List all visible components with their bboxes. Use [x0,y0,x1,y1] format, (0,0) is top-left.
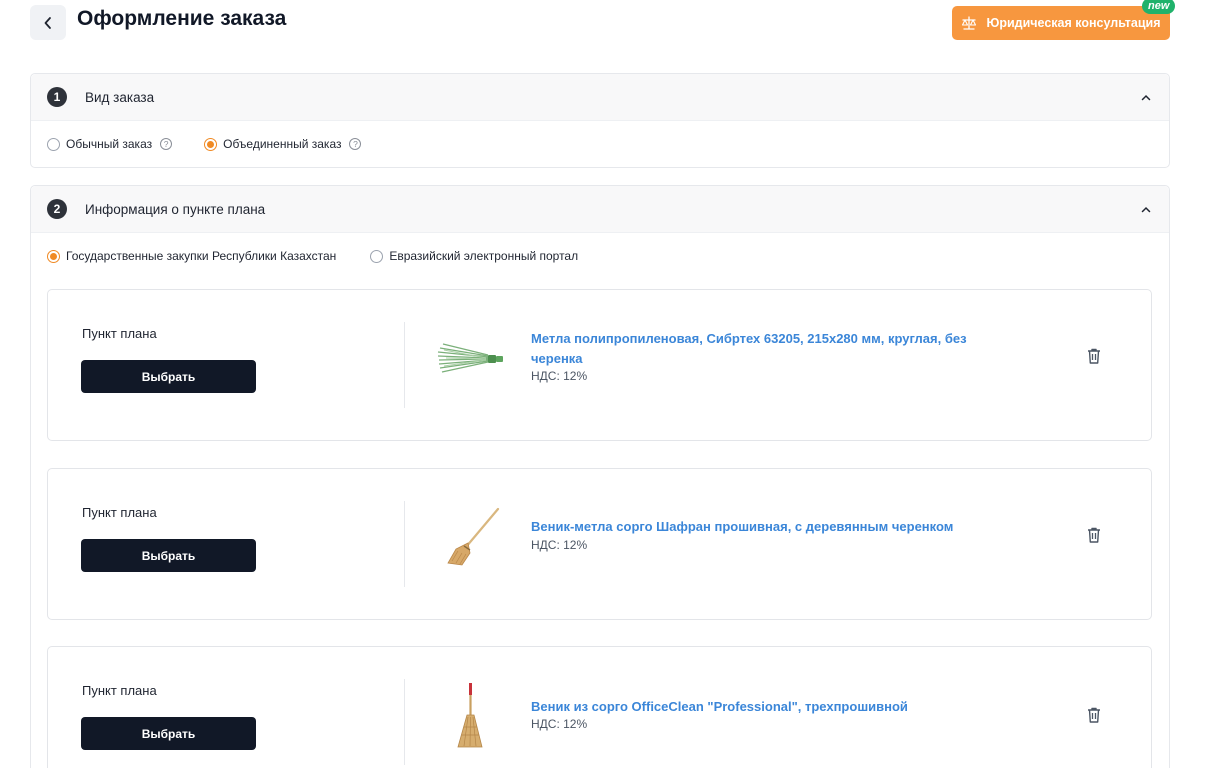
plan-item-card: Пункт плана Выбрать Веник-метла сорго Ша… [47,468,1152,620]
order-type-header[interactable]: 1 Вид заказа [31,74,1169,121]
legal-consultation-label: Юридическая консультация [986,16,1161,30]
procurement-source-options: Государственные закупки Республики Казах… [31,233,1169,279]
choose-plan-item-button[interactable]: Выбрать [81,539,256,572]
product-image-sorghum-broom-handle [447,507,500,566]
product-name-link[interactable]: Веник-метла сорго Шафран прошивная, с де… [531,517,1001,537]
help-icon[interactable]: ? [160,138,173,150]
radio-eurasian-portal-circle[interactable] [370,249,384,263]
radio-eurasian-portal[interactable]: Евразийский электронный портал [370,249,578,263]
plan-item-card: Пункт плана Выбрать Веник из сорго Offic… [47,646,1152,768]
order-type-title: Вид заказа [85,89,155,105]
radio-kz-procurement-label: Государственные закупки Республики Казах… [66,249,337,263]
product-name-link[interactable]: Веник из сорго OfficeClean "Professional… [531,697,1001,717]
card-divider [404,322,405,408]
radio-combined-order-circle[interactable] [204,137,218,151]
chevron-up-icon [1141,206,1151,212]
scales-icon [962,15,977,30]
plan-item-label: Пункт плана [82,505,157,520]
card-divider [404,679,405,765]
page-title: Оформление заказа [77,7,287,30]
plan-item-header[interactable]: 2 Информация о пункте плана [31,186,1169,233]
chevron-up-icon [1141,94,1151,100]
collapse-order-type-button[interactable] [1139,90,1153,104]
card-divider [404,501,405,587]
collapse-plan-item-button[interactable] [1139,202,1153,216]
order-type-section: 1 Вид заказа Обычный заказ ? Объединенны… [30,73,1170,168]
radio-eurasian-portal-label: Евразийский электронный портал [389,249,579,263]
product-image-sorghum-broom-red [457,683,483,748]
order-type-options: Обычный заказ ? Объединенный заказ ? [31,121,1169,167]
step-number-2: 2 [47,199,67,219]
plan-item-label: Пункт плана [82,326,157,341]
help-icon[interactable]: ? [349,138,362,150]
product-image-mop-broom [437,343,503,373]
step-number-1: 1 [47,87,67,107]
choose-plan-item-button[interactable]: Выбрать [81,717,256,750]
trash-icon[interactable] [1086,706,1102,724]
product-vat: НДС: 12% [531,717,588,731]
radio-regular-order[interactable]: Обычный заказ ? [47,137,173,151]
radio-regular-order-circle[interactable] [47,137,60,151]
chevron-left-icon [44,16,51,29]
product-vat: НДС: 12% [531,538,588,552]
back-button[interactable] [30,5,66,40]
radio-combined-order[interactable]: Объединенный заказ ? [204,137,362,151]
trash-icon[interactable] [1086,347,1102,365]
product-name-link[interactable]: Метла полипропиленовая, Сибртех 63205, 2… [531,329,1001,369]
radio-combined-order-label: Объединенный заказ [223,137,342,151]
radio-kz-procurement-circle[interactable] [47,249,60,263]
plan-item-label: Пункт плана [82,683,157,698]
plan-item-card: Пункт плана Выбрать Метла полипропиленов… [47,289,1152,441]
plan-item-title: Информация о пункте плана [85,201,266,217]
new-badge: new [1142,0,1176,14]
radio-kz-procurement[interactable]: Государственные закупки Республики Казах… [47,249,336,263]
legal-consultation-button[interactable]: Юридическая консультация [952,6,1170,40]
product-vat: НДС: 12% [531,369,588,383]
trash-icon[interactable] [1086,526,1102,544]
choose-plan-item-button[interactable]: Выбрать [81,360,256,393]
radio-regular-order-label: Обычный заказ [66,137,153,151]
